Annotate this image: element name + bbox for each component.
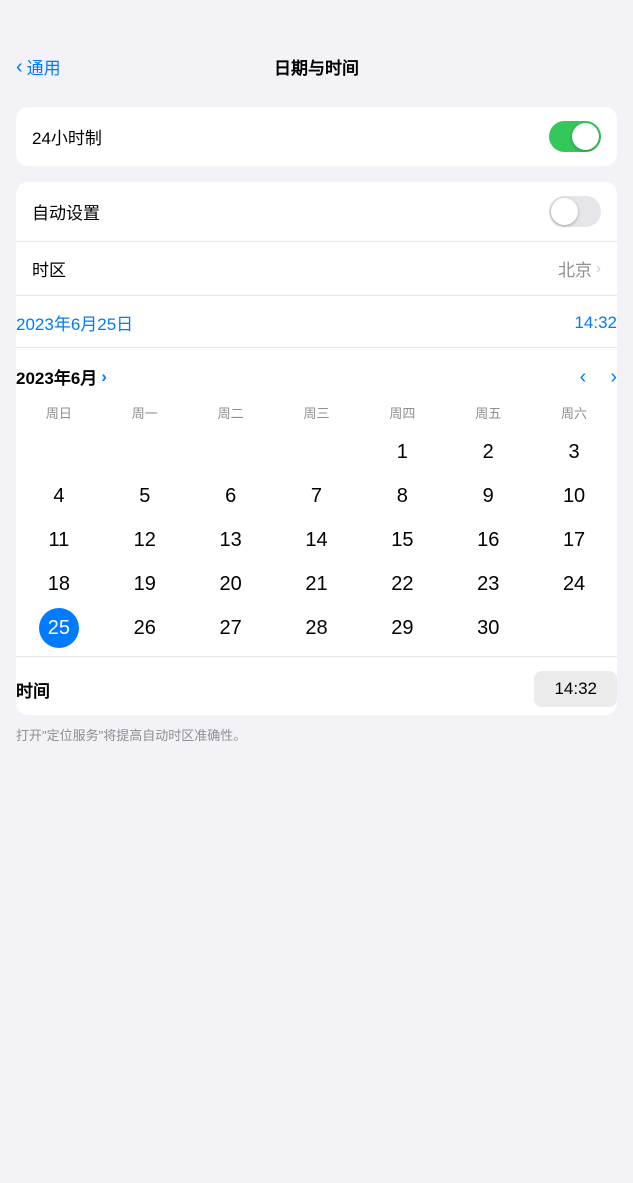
days-grid: 1234567891011121314151617181920212223242… [16,432,617,648]
day-cell[interactable]: 23 [468,564,508,604]
day-cell[interactable]: 15 [382,520,422,560]
day-cell[interactable]: 8 [382,476,422,516]
day-cell[interactable]: 12 [125,520,165,560]
timezone-label: 时区 [32,256,66,281]
hour24-row: 24小时制 [16,107,617,166]
day-cell[interactable]: 27 [211,608,251,648]
day-cell[interactable]: 7 [296,476,336,516]
day-cell[interactable]: 9 [468,476,508,516]
month-title[interactable]: 2023年6月 › [16,364,107,389]
weekday-label: 周六 [531,397,617,428]
auto-row: 自动设置 [16,182,617,242]
day-cell[interactable]: 17 [554,520,594,560]
weekdays-header: 周日周一周二周三周四周五周六 [16,397,617,428]
calendar-nav: ‹ › [580,367,617,387]
nav-header: ‹ 通用 日期与时间 [0,0,633,91]
prev-month-button[interactable]: ‹ [580,367,587,387]
timezone-row[interactable]: 时区 北京 › [16,242,617,296]
day-cell[interactable]: 25 [39,608,79,648]
day-cell[interactable]: 2 [468,432,508,472]
day-cell[interactable]: 16 [468,520,508,560]
day-cell[interactable]: 29 [382,608,422,648]
day-cell[interactable]: 26 [125,608,165,648]
footer-note: 打开"定位服务"将提高自动时区准确性。 [0,715,633,745]
hour24-label: 24小时制 [32,124,102,149]
auto-label: 自动设置 [32,199,100,224]
hour24-toggle[interactable] [549,121,601,152]
day-cell[interactable]: 20 [211,564,251,604]
weekday-label: 周一 [102,397,188,428]
day-cell[interactable]: 19 [125,564,165,604]
day-cell[interactable]: 4 [39,476,79,516]
next-month-button[interactable]: › [610,367,617,387]
day-cell[interactable]: 10 [554,476,594,516]
day-cell[interactable]: 24 [554,564,594,604]
day-cell[interactable]: 22 [382,564,422,604]
back-chevron-icon: ‹ [16,57,23,77]
day-cell [125,432,165,472]
back-label: 通用 [27,54,61,79]
toggle-knob [572,123,599,150]
back-button[interactable]: ‹ 通用 [16,54,61,79]
auto-toggle[interactable] [549,196,601,227]
day-cell[interactable]: 13 [211,520,251,560]
time-value: 14:32 [554,679,597,698]
day-cell [296,432,336,472]
day-cell[interactable]: 1 [382,432,422,472]
day-cell[interactable]: 18 [39,564,79,604]
day-cell[interactable]: 6 [211,476,251,516]
time-section-row: 时间 14:32 [16,656,617,715]
auto-timezone-section: 自动设置 时区 北京 › 2023年6月25日 14:32 2023年6月 › … [16,182,617,715]
date-display[interactable]: 2023年6月25日 [16,310,133,335]
day-cell[interactable]: 3 [554,432,594,472]
calendar-header: 2023年6月 › ‹ › [16,348,617,397]
time-label: 时间 [16,677,50,702]
date-time-display-row: 2023年6月25日 14:32 [16,296,617,348]
day-cell[interactable]: 11 [39,520,79,560]
weekday-label: 周二 [188,397,274,428]
day-cell[interactable]: 28 [296,608,336,648]
hour24-section: 24小时制 [16,107,617,166]
day-cell [39,432,79,472]
page-title: 日期与时间 [274,54,359,79]
weekday-label: 周日 [16,397,102,428]
weekday-label: 周五 [445,397,531,428]
day-cell[interactable]: 5 [125,476,165,516]
time-value-box[interactable]: 14:32 [534,671,617,707]
auto-toggle-knob [551,198,578,225]
day-cell [211,432,251,472]
timezone-value: 北京 › [558,256,601,281]
timezone-chevron-icon: › [596,260,601,277]
weekday-label: 周三 [274,397,360,428]
day-cell[interactable]: 30 [468,608,508,648]
month-expand-icon: › [101,367,107,387]
weekday-label: 周四 [359,397,445,428]
day-cell[interactable]: 21 [296,564,336,604]
time-display[interactable]: 14:32 [574,313,617,333]
day-cell[interactable]: 14 [296,520,336,560]
